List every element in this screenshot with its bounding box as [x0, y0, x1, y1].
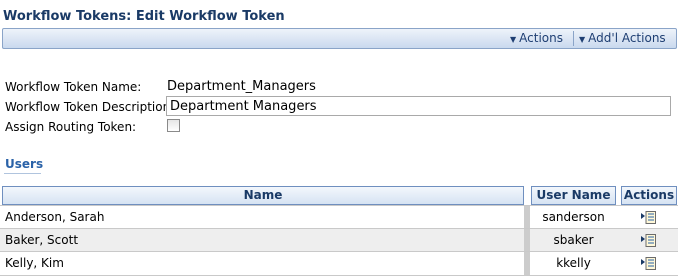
table-row: Kelly, Kim kkelly: [0, 252, 678, 275]
column-divider: [524, 206, 530, 229]
table-row: Anderson, Sarah sanderson: [0, 206, 678, 229]
routing-token-label: Assign Routing Token:: [5, 120, 137, 134]
token-name-label: Workflow Token Name:: [5, 80, 142, 94]
token-description-input[interactable]: [166, 96, 671, 116]
actions-label: Actions: [519, 31, 563, 45]
user-name-cell: Anderson, Sarah: [5, 210, 105, 224]
column-divider: [524, 252, 530, 275]
token-name-value: Department_Managers: [167, 79, 316, 94]
routing-token-checkbox[interactable]: [167, 119, 180, 132]
addl-actions-menu-button[interactable]: ▼ Add'l Actions: [579, 29, 666, 48]
user-login-cell: sbaker: [553, 233, 594, 247]
user-name-cell: Baker, Scott: [5, 233, 79, 247]
users-section-title: Users: [5, 157, 44, 171]
addl-actions-label: Add'l Actions: [588, 31, 666, 45]
page-title: Workflow Tokens: Edit Workflow Token: [3, 9, 285, 24]
row-actions-menu-icon[interactable]: [641, 257, 656, 270]
triangle-down-icon: ▼: [579, 35, 586, 44]
table-bottom-border: [0, 275, 678, 276]
column-header-user-name[interactable]: User Name: [531, 186, 616, 205]
toolbar: ▼ Actions ▼ Add'l Actions: [2, 28, 677, 49]
column-divider: [524, 229, 530, 252]
user-login-cell: sanderson: [542, 210, 605, 224]
section-underline: [4, 173, 41, 174]
row-actions-menu-icon[interactable]: [641, 211, 656, 224]
user-name-cell: Kelly, Kim: [5, 256, 64, 270]
row-actions-menu-icon[interactable]: [641, 234, 656, 247]
token-description-label: Workflow Token Description:: [5, 100, 175, 114]
column-header-name[interactable]: Name: [2, 186, 524, 205]
user-login-cell: kkelly: [556, 256, 591, 270]
column-header-actions: Actions: [621, 186, 677, 205]
toolbar-separator: [573, 31, 574, 46]
actions-menu-button[interactable]: ▼ Actions: [510, 29, 563, 48]
triangle-down-icon: ▼: [510, 35, 517, 44]
table-row: Baker, Scott sbaker: [0, 229, 678, 252]
